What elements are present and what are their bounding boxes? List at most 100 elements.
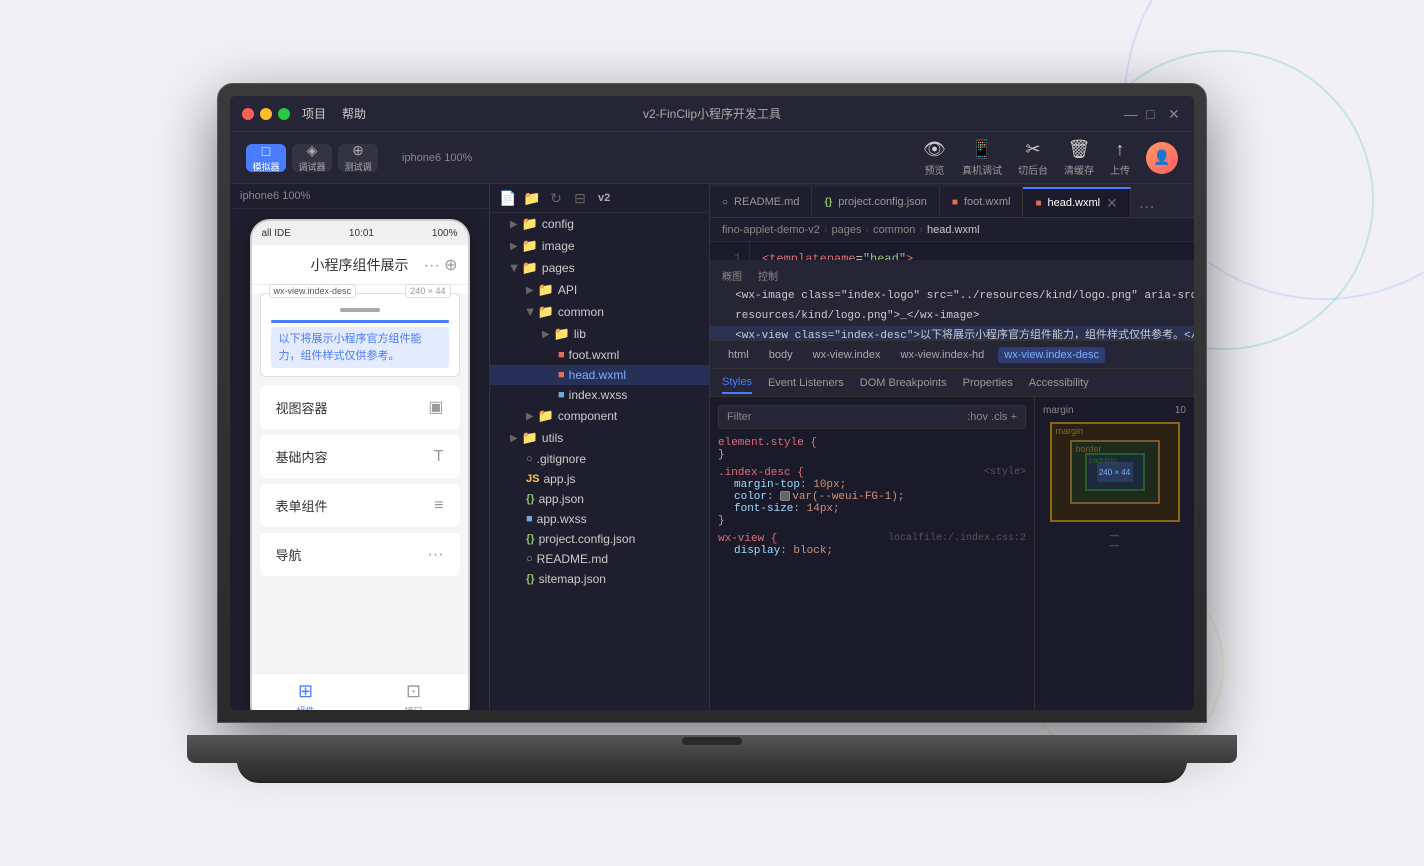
components-tab-icon: ⊞ <box>298 681 313 702</box>
tree-item-lib[interactable]: ▶ 📁 lib <box>490 323 709 345</box>
tab-readme-label: README.md <box>734 196 799 208</box>
maximize-button[interactable] <box>278 108 290 120</box>
tab-head-wxml[interactable]: ■ head.wxml ✕ <box>1023 187 1130 217</box>
phone-menu-dots[interactable]: ··· ⊕ <box>424 255 458 275</box>
tree-item-app-js[interactable]: JS app.js <box>490 469 709 489</box>
debug-icon: ◈ <box>307 142 318 159</box>
tree-item-api[interactable]: ▶ 📁 API <box>490 279 709 301</box>
json-icon: {} <box>526 533 535 545</box>
tree-item-gitignore[interactable]: ○ .gitignore <box>490 449 709 469</box>
code-content[interactable]: <template name="head"> <view class="page… <box>750 242 1194 260</box>
devtools-tab-listeners[interactable]: Event Listeners <box>768 373 844 393</box>
tree-item-foot-wxml[interactable]: ■ foot.wxml <box>490 345 709 365</box>
upload-icon: ↑ <box>1116 139 1125 160</box>
selector-wx-view-index-desc[interactable]: wx-view.index-desc <box>998 347 1105 363</box>
minimize-button[interactable] <box>260 108 272 120</box>
nav-item-views[interactable]: 视图容器 ▣ <box>260 385 460 429</box>
mode-buttons: □ 模拟器 ◈ 调试器 ⊕ 测试调 <box>246 144 378 172</box>
tree-item-sitemap[interactable]: {} sitemap.json <box>490 569 709 589</box>
tab-project-config[interactable]: {} project.config.json <box>812 187 939 217</box>
clear-action[interactable]: 🗑 清缓存 <box>1064 139 1094 177</box>
breadcrumb-pages[interactable]: pages <box>832 224 862 236</box>
component-size-badge: 240 × 44 <box>405 284 450 298</box>
device-info: iphone6 100% <box>402 152 472 164</box>
breadcrumb-root[interactable]: fino-applet-demo-v2 <box>722 224 820 236</box>
phone-content: wx-view.index-desc 240 × 44 以下将展示小程序官方组件… <box>252 293 468 673</box>
refresh-button[interactable]: ↻ <box>546 188 566 208</box>
close-button[interactable] <box>242 108 254 120</box>
menu-item-project[interactable]: 项目 <box>302 105 326 122</box>
preview-action[interactable]: 👁 预览 <box>923 139 946 177</box>
tree-item-index-wxss[interactable]: ■ index.wxss <box>490 385 709 405</box>
wxss-icon: ■ <box>526 513 533 525</box>
css-rule-wx-view: wx-view { localfile:/.index.css:2 displa… <box>718 533 1026 557</box>
device-label: iphone6 100% <box>240 190 310 202</box>
breadcrumb-common[interactable]: common <box>873 224 915 236</box>
selector-wx-view-index-hd[interactable]: wx-view.index-hd <box>895 347 991 363</box>
css-prop-display: display: block; <box>718 545 833 557</box>
tree-item-common[interactable]: ▶ 📁 common <box>490 301 709 323</box>
bottom-tab-api[interactable]: ⊡ 接口 <box>404 681 422 711</box>
simulate-mode-button[interactable]: □ 模拟器 <box>246 144 286 172</box>
win-close-icon[interactable]: ✕ <box>1168 107 1182 121</box>
phone-app-title: 小程序组件展示 <box>311 255 409 275</box>
tree-item-component[interactable]: ▶ 📁 component <box>490 405 709 427</box>
upload-action[interactable]: ↑ 上传 <box>1110 139 1130 177</box>
test-mode-button[interactable]: ⊕ 测试调 <box>338 144 378 172</box>
menu-item-help[interactable]: 帮助 <box>342 105 366 122</box>
tree-item-head-wxml[interactable]: ■ head.wxml <box>490 365 709 385</box>
tree-item-config[interactable]: ▶ 📁 config <box>490 213 709 235</box>
tree-item-app-wxss[interactable]: ■ app.wxss <box>490 509 709 529</box>
folder-icon: 📁 <box>538 282 554 298</box>
components-tab-label: 组件 <box>296 704 314 711</box>
tree-item-readme[interactable]: ○ README.md <box>490 549 709 569</box>
devtools-tab-accessibility[interactable]: Accessibility <box>1029 373 1089 393</box>
tab-more-button[interactable]: ⋯ <box>1131 197 1163 217</box>
tree-item-app-wxss-label: app.wxss <box>537 512 587 526</box>
api-tab-icon: ⊡ <box>406 681 421 702</box>
collapse-button[interactable]: ⊟ <box>570 188 590 208</box>
tree-item-utils[interactable]: ▶ 📁 utils <box>490 427 709 449</box>
nav-item-content[interactable]: 基础内容 T <box>260 435 460 478</box>
user-avatar[interactable]: 👤 <box>1146 142 1178 174</box>
tab-foot-wxml[interactable]: ■ foot.wxml <box>940 187 1024 217</box>
box-model-margin-label: margin <box>1056 426 1084 436</box>
new-folder-button[interactable]: 📁 <box>522 188 542 208</box>
line-numbers: 1 2 3 4 5 6 7 8 <box>710 242 750 260</box>
tree-item-component-label: component <box>558 409 617 423</box>
tree-item-app-json[interactable]: {} app.json <box>490 489 709 509</box>
tab-close-button[interactable]: ✕ <box>1106 196 1118 210</box>
devtools-tab-breakpoints[interactable]: DOM Breakpoints <box>860 373 947 393</box>
tree-item-index-wxss-label: index.wxss <box>569 388 628 402</box>
bottom-tab-components[interactable]: ⊞ 组件 <box>296 681 314 711</box>
tree-item-project-config[interactable]: {} project.config.json <box>490 529 709 549</box>
tab-readme[interactable]: ○ README.md <box>710 187 812 217</box>
devtools-tab-properties[interactable]: Properties <box>963 373 1013 393</box>
chevron-icon: ▶ <box>526 285 534 296</box>
code-editor: 1 2 3 4 5 6 7 8 <templ <box>710 242 1194 260</box>
selector-body[interactable]: body <box>763 347 799 363</box>
wxml-icon: ■ <box>558 349 565 361</box>
filter-pseudo[interactable]: :hov .cls + <box>967 411 1017 423</box>
nav-item-forms[interactable]: 表单组件 ≡ <box>260 484 460 527</box>
win-minimize-icon[interactable]: — <box>1124 107 1138 121</box>
tree-item-image[interactable]: ▶ 📁 image <box>490 235 709 257</box>
breadcrumb-bar: fino-applet-demo-v2 › pages › common › h… <box>710 218 1194 242</box>
debug-mode-button[interactable]: ◈ 调试器 <box>292 144 332 172</box>
preview-icon: 👁 <box>923 139 946 160</box>
simulate-label: 模拟器 <box>252 160 279 173</box>
devtools-tab-styles[interactable]: Styles <box>722 372 752 394</box>
new-file-button[interactable]: 📄 <box>498 188 518 208</box>
tree-item-foot-wxml-label: foot.wxml <box>569 348 620 362</box>
selector-html[interactable]: html <box>722 347 755 363</box>
realtest-icon: 📱 <box>971 139 993 160</box>
tree-item-pages[interactable]: ▶ 📁 pages <box>490 257 709 279</box>
box-model-outer: margin border padding 240 × 44 <box>1050 422 1180 522</box>
realtest-action[interactable]: 📱 真机调试 <box>962 139 1002 177</box>
clear-icon: 🗑 <box>1068 139 1091 160</box>
selector-wx-view-index[interactable]: wx-view.index <box>807 347 887 363</box>
nav-item-nav[interactable]: 导航 ··· <box>260 533 460 576</box>
win-restore-icon[interactable]: □ <box>1146 107 1160 121</box>
cut-action[interactable]: ✂ 切后台 <box>1018 139 1048 177</box>
phone-time: 10:01 <box>349 228 374 239</box>
